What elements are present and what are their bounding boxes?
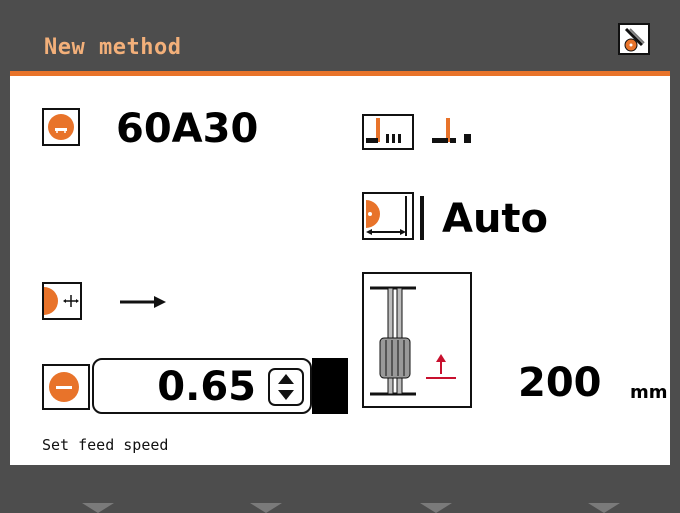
feed-wheel-icon bbox=[42, 364, 90, 410]
grinding-wheel-icon[interactable] bbox=[42, 108, 80, 146]
depth-value[interactable]: 200 bbox=[518, 360, 602, 406]
stroke-end-icon[interactable] bbox=[428, 114, 482, 150]
spinner-updown-icon[interactable] bbox=[268, 368, 304, 406]
depth-unit: mm bbox=[630, 382, 668, 403]
divider bbox=[420, 196, 424, 240]
feed-field-end-block bbox=[312, 358, 348, 414]
softkey-3-indicator-icon[interactable] bbox=[420, 503, 452, 513]
header-bar: New method bbox=[10, 9, 670, 76]
stroke-pattern-icon[interactable] bbox=[362, 114, 414, 150]
softkey-1-indicator-icon[interactable] bbox=[82, 503, 114, 513]
page-title: New method bbox=[44, 35, 182, 60]
direction-arrow-icon[interactable] bbox=[118, 292, 168, 312]
wheel-designation[interactable]: 60A30 bbox=[116, 106, 258, 152]
softkey-4-indicator-icon[interactable] bbox=[588, 503, 620, 513]
feed-speed-value: 0.65 bbox=[157, 364, 256, 410]
dressing-mode-icon[interactable] bbox=[362, 192, 414, 240]
wheel-dresser-icon[interactable] bbox=[618, 23, 650, 55]
machine-display: New method 60A30 Auto 200 mm 0.65 Set fe… bbox=[0, 0, 680, 513]
traverse-icon[interactable] bbox=[42, 282, 82, 320]
main-panel: 60A30 Auto 200 mm 0.65 Set feed speed bbox=[10, 76, 670, 465]
status-message: Set feed speed bbox=[42, 436, 169, 454]
infeed-depth-icon[interactable] bbox=[362, 272, 472, 408]
feed-speed-field[interactable]: 0.65 bbox=[92, 358, 312, 414]
dressing-mode-value[interactable]: Auto bbox=[442, 196, 548, 242]
softkey-2-indicator-icon[interactable] bbox=[250, 503, 282, 513]
